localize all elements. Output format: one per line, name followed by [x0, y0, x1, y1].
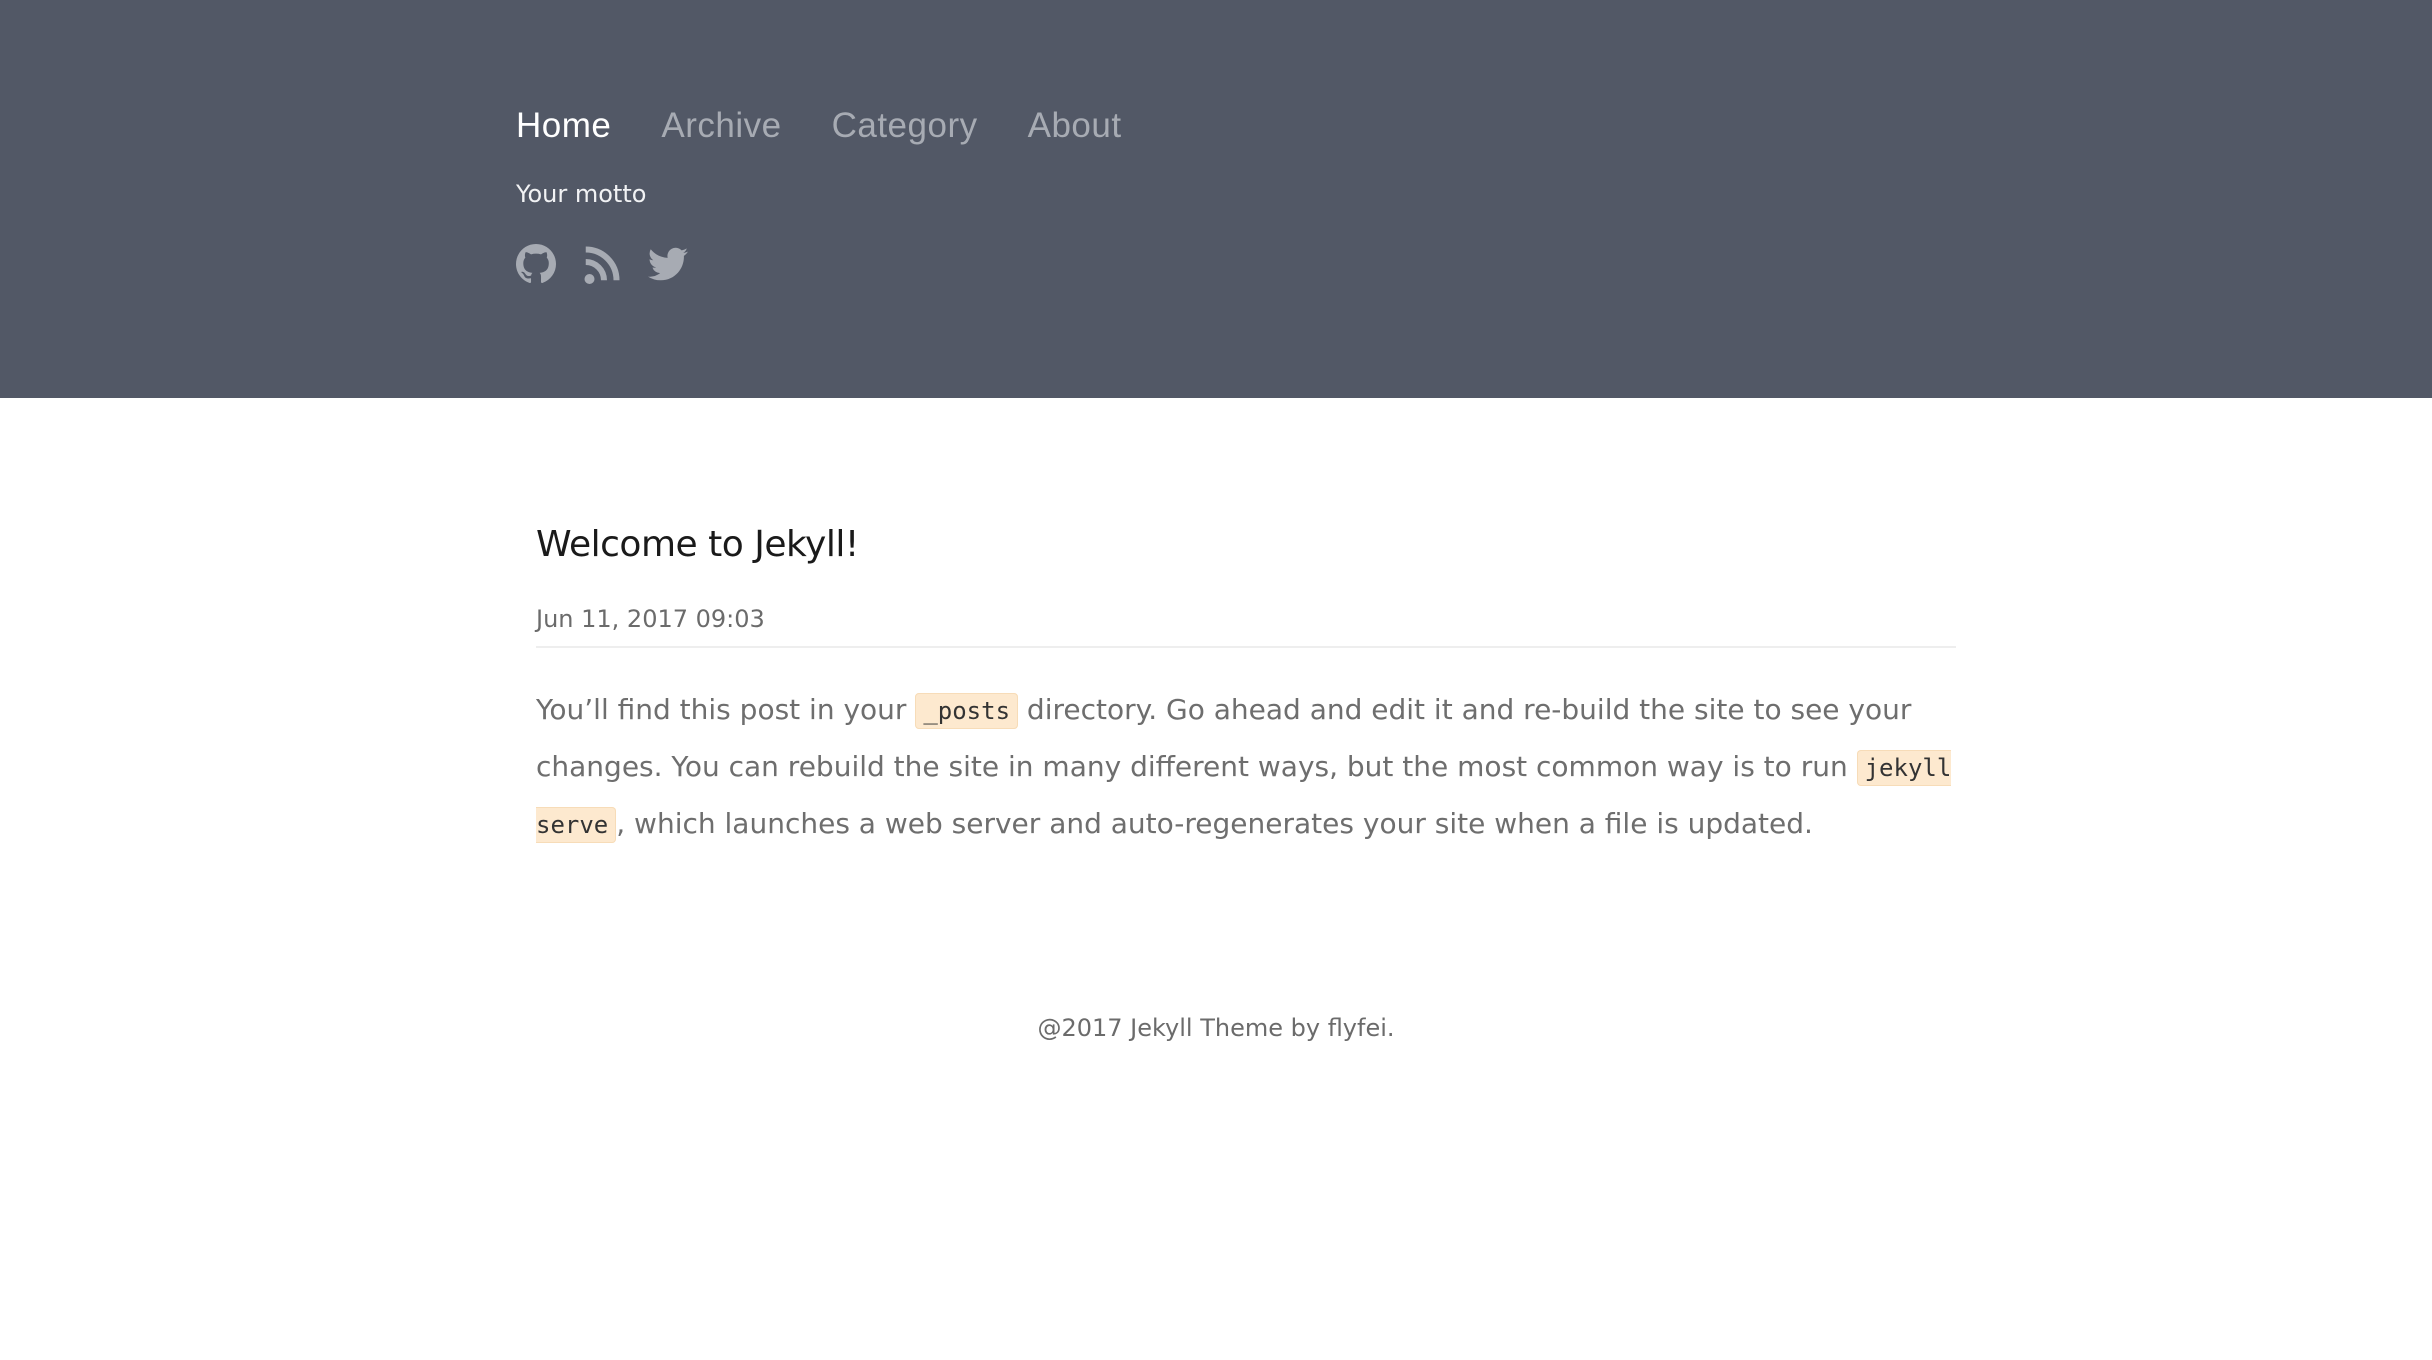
inline-code-posts: _posts [915, 693, 1019, 729]
nav-home[interactable]: Home [516, 100, 611, 152]
post-body: You’ll find this post in your _posts dir… [536, 682, 1956, 853]
main-nav: Home Archive Category About [516, 100, 1172, 152]
nav-archive[interactable]: Archive [661, 100, 781, 152]
post-text-1: You’ll find this post in your [536, 693, 916, 726]
site-header: Home Archive Category About Your motto [0, 0, 2432, 398]
nav-about[interactable]: About [1028, 100, 1122, 152]
post-text-3: , which launches a web server and auto-r… [616, 807, 1813, 840]
post-date: Jun 11, 2017 09:03 [536, 602, 1956, 648]
nav-category[interactable]: Category [832, 100, 978, 152]
post-title[interactable]: Welcome to Jekyll! [536, 510, 1956, 580]
social-links [516, 244, 688, 284]
post: Welcome to Jekyll! Jun 11, 2017 09:03 Yo… [536, 510, 1956, 853]
footer-copyright: @2017 Jekyll Theme by flyfei. [1037, 1014, 1395, 1042]
rss-icon[interactable] [582, 244, 622, 284]
github-icon[interactable] [516, 244, 556, 284]
twitter-icon[interactable] [648, 244, 688, 284]
site-motto: Your motto [516, 180, 647, 208]
